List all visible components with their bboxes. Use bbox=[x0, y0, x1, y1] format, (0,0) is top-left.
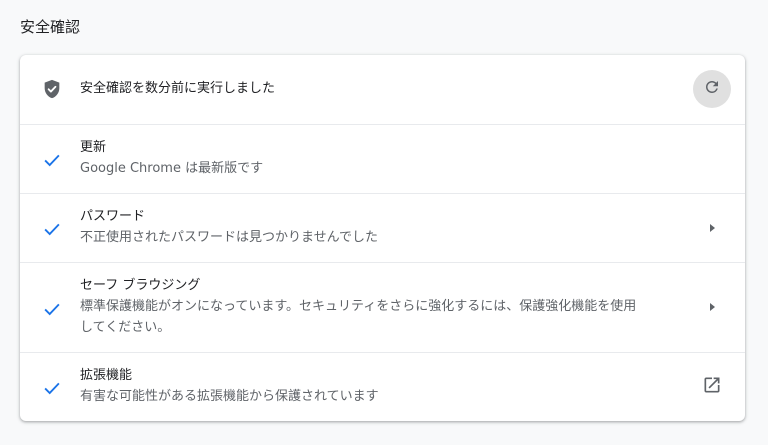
check-icon bbox=[41, 377, 63, 399]
section-title: 安全確認 bbox=[20, 18, 81, 36]
check-icon bbox=[41, 298, 63, 320]
safety-check-card: 安全確認を数分前に実行しました 更新 Google Chrome は最新版です bbox=[20, 55, 745, 421]
extensions-row[interactable]: 拡張機能 有害な可能性がある拡張機能から保護されています bbox=[20, 352, 745, 421]
safe-browsing-detail-line1: 標準保護機能がオンになっています。セキュリティをさらに強化するには、保護強化機能… bbox=[80, 299, 637, 314]
passwords-detail: 不正使用されたパスワードは見つかりませんでした bbox=[80, 230, 378, 245]
passwords-title: パスワード bbox=[80, 209, 146, 224]
safe-browsing-open-button[interactable] bbox=[698, 293, 726, 321]
updates-title: 更新 bbox=[80, 140, 107, 155]
refresh-button[interactable] bbox=[693, 70, 731, 108]
passwords-open-button[interactable] bbox=[698, 214, 726, 242]
arrow-right-icon bbox=[706, 219, 718, 238]
updates-row: 更新 Google Chrome は最新版です bbox=[20, 124, 745, 193]
safety-check-status-text: 安全確認を数分前に実行しました bbox=[80, 81, 276, 96]
safe-browsing-row[interactable]: セーフ ブラウジング 標準保護機能がオンになっています。セキュリティをさらに強化… bbox=[20, 262, 745, 352]
check-icon bbox=[41, 149, 63, 171]
safe-browsing-title: セーフ ブラウジング bbox=[80, 278, 201, 293]
external-link-icon bbox=[702, 375, 722, 399]
passwords-row[interactable]: パスワード 不正使用されたパスワードは見つかりませんでした bbox=[20, 193, 745, 262]
updates-detail: Google Chrome は最新版です bbox=[80, 161, 264, 176]
extensions-title: 拡張機能 bbox=[80, 368, 133, 383]
safe-browsing-detail-line2: してください。 bbox=[80, 320, 171, 335]
extensions-external-link-button[interactable] bbox=[698, 373, 726, 401]
arrow-right-icon bbox=[706, 298, 718, 317]
safety-check-status-row: 安全確認を数分前に実行しました bbox=[20, 55, 745, 124]
refresh-icon bbox=[703, 78, 721, 100]
extensions-detail: 有害な可能性がある拡張機能から保護されています bbox=[80, 389, 379, 404]
check-icon bbox=[41, 218, 63, 240]
shield-icon bbox=[41, 78, 63, 100]
